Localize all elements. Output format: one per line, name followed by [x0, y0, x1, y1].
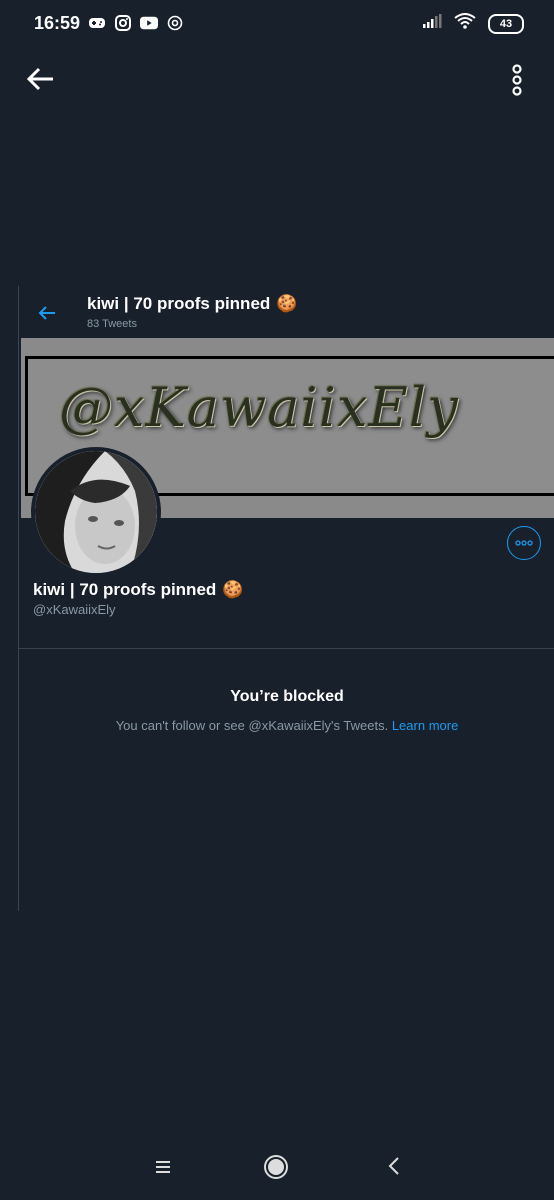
blocked-title: You’re blocked — [230, 688, 344, 705]
cookie-emoji: 🍪 — [222, 580, 244, 599]
recent-apps-icon[interactable] — [154, 1158, 172, 1176]
header-title: kiwi | 70 proofs pinned 🍪 — [87, 294, 297, 314]
back-arrow-icon[interactable] — [24, 62, 58, 96]
instagram-icon — [114, 14, 132, 32]
profile-handle: @xKawaiixEly — [33, 602, 116, 617]
notification-icons — [88, 14, 184, 32]
wifi-icon — [454, 13, 476, 34]
tweet-count: 83 Tweets — [87, 318, 137, 330]
signal-icon — [422, 14, 442, 33]
profile-name: kiwi | 70 proofs pinned 🍪 — [33, 580, 243, 600]
more-options-icon[interactable] — [505, 64, 529, 96]
header-title-text: kiwi | 70 proofs pinned — [87, 294, 271, 313]
avatar[interactable] — [31, 447, 161, 577]
status-right: 43 — [422, 13, 524, 34]
divider — [19, 648, 554, 649]
battery-icon: 43 — [488, 13, 524, 34]
profile-header: kiwi | 70 proofs pinned 🍪 83 Tweets — [19, 286, 554, 336]
cookie-emoji: 🍪 — [276, 294, 298, 313]
home-icon[interactable] — [263, 1154, 289, 1180]
back-arrow-icon[interactable] — [37, 303, 57, 323]
status-bar: 16:59 43 — [0, 0, 554, 50]
game-controller-icon — [88, 14, 106, 32]
banner-text: @xKawaiixEly — [59, 376, 459, 439]
youtube-icon — [140, 14, 158, 32]
more-options-button[interactable] — [507, 526, 541, 560]
blocked-message-text: You can't follow or see @xKawaiixEly's T… — [115, 718, 389, 733]
embedded-profile-screenshot: kiwi | 70 proofs pinned 🍪 83 Tweets @xKa… — [18, 286, 554, 911]
navigation-bar — [0, 1140, 554, 1200]
profile-name-text: kiwi | 70 proofs pinned — [33, 580, 217, 599]
status-time: 16:59 — [34, 13, 81, 33]
learn-more-link[interactable]: Learn more — [392, 718, 458, 733]
blocked-message: You can't follow or see @xKawaiixEly's T… — [19, 718, 554, 733]
nav-back-icon[interactable] — [386, 1156, 402, 1176]
at-sign-icon — [166, 14, 184, 32]
